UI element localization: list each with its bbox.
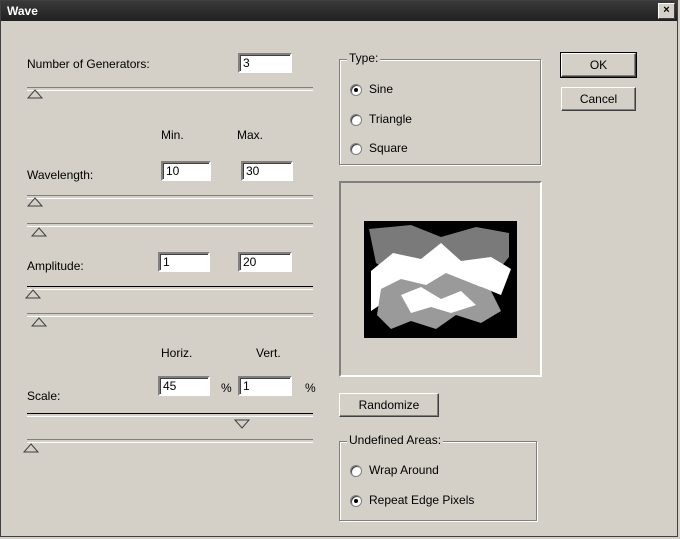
undefined-areas-group bbox=[339, 441, 537, 521]
wrap-around-radio[interactable] bbox=[350, 465, 362, 477]
wave-preview-image bbox=[364, 221, 517, 338]
amplitude-label: Amplitude: bbox=[27, 259, 84, 273]
randomize-button[interactable]: Randomize bbox=[339, 393, 439, 417]
preview-panel bbox=[339, 181, 542, 377]
wavelength-label: Wavelength: bbox=[27, 168, 94, 182]
max-header: Max. bbox=[237, 128, 264, 142]
generators-input[interactable]: 3 bbox=[238, 53, 292, 73]
wavelength-max-slider-track[interactable] bbox=[27, 223, 313, 227]
window-title: Wave bbox=[7, 4, 38, 18]
amplitude-slider-track[interactable] bbox=[27, 286, 313, 290]
amplitude-min-input[interactable]: 1 bbox=[158, 252, 210, 272]
type-square-label[interactable]: Square bbox=[369, 141, 408, 155]
scale-horiz-unit: % bbox=[221, 381, 232, 395]
amplitude-max-input[interactable]: 20 bbox=[238, 252, 292, 272]
scale-vert-unit: % bbox=[305, 381, 316, 395]
wave-dialog: Wave × Number of Generators: 3 Min. Max.… bbox=[0, 0, 678, 537]
vert-header: Vert. bbox=[256, 346, 281, 360]
scale-vert-slider-track[interactable] bbox=[27, 439, 313, 443]
repeat-edge-pixels-label[interactable]: Repeat Edge Pixels bbox=[369, 493, 474, 507]
wrap-around-label[interactable]: Wrap Around bbox=[369, 463, 439, 477]
type-square-radio[interactable] bbox=[350, 143, 362, 155]
scale-vert-input[interactable]: 1 bbox=[238, 376, 292, 396]
type-sine-label[interactable]: Sine bbox=[369, 82, 393, 96]
generators-slider-track[interactable] bbox=[27, 87, 313, 91]
wavelength-min-input[interactable]: 10 bbox=[161, 161, 211, 181]
type-triangle-radio[interactable] bbox=[350, 114, 362, 126]
title-bar: Wave × bbox=[1, 1, 677, 21]
scale-horiz-slider-track[interactable] bbox=[27, 413, 313, 417]
scale-horiz-input[interactable]: 45 bbox=[158, 376, 210, 396]
type-sine-radio[interactable] bbox=[350, 84, 362, 96]
wavelength-max-input[interactable]: 30 bbox=[241, 161, 293, 181]
repeat-edge-pixels-radio[interactable] bbox=[350, 495, 362, 507]
scale-label: Scale: bbox=[27, 389, 61, 403]
min-header: Min. bbox=[161, 128, 184, 142]
generators-label: Number of Generators: bbox=[27, 57, 150, 71]
wavelength-slider-track[interactable] bbox=[27, 195, 313, 199]
horiz-header: Horiz. bbox=[161, 346, 193, 360]
ok-button[interactable]: OK bbox=[560, 52, 637, 78]
amplitude-max-slider-track[interactable] bbox=[27, 313, 313, 317]
type-triangle-label[interactable]: Triangle bbox=[369, 112, 412, 126]
close-button[interactable]: × bbox=[658, 3, 675, 19]
cancel-button[interactable]: Cancel bbox=[561, 87, 636, 111]
undefined-areas-legend: Undefined Areas: bbox=[347, 433, 444, 447]
type-legend: Type: bbox=[347, 51, 381, 65]
